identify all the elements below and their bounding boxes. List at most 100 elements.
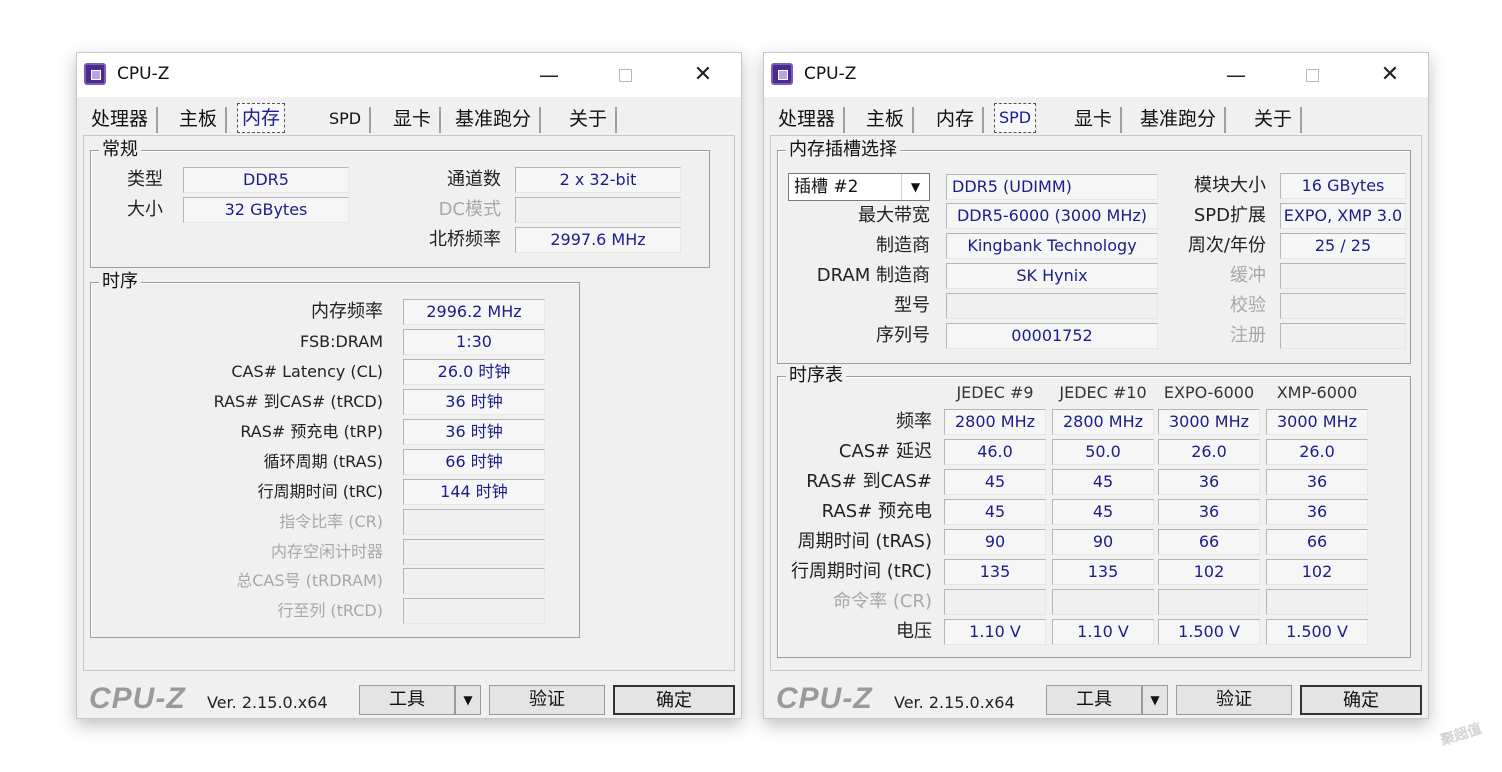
tab-spd[interactable]: SPD [994, 103, 1037, 133]
manufacturer-label: 制造商 [876, 235, 930, 256]
table-cell: 102 [1266, 559, 1368, 585]
tab-about[interactable]: 关于 [1250, 105, 1303, 133]
tab-memory[interactable]: 内存 [237, 103, 286, 133]
table-cell: 135 [1052, 559, 1154, 585]
column-header-jedec9: JEDEC #9 [956, 383, 1034, 402]
timing-row-value [403, 509, 545, 535]
close-button[interactable]: ✕ [683, 61, 723, 89]
table-cell: 3000 MHz [1158, 409, 1260, 435]
registered-value [1280, 323, 1406, 349]
timing-row-value: 36 时钟 [403, 389, 545, 415]
validate-button[interactable]: 验证 [1176, 685, 1292, 715]
bottom-bar: CPU-Z Ver. 2.15.0.x64 工具 ▼ 验证 确定 [764, 679, 1428, 719]
table-cell: 1.10 V [1052, 619, 1154, 645]
bottom-bar: CPU-Z Ver. 2.15.0.x64 工具 ▼ 验证 确定 [77, 679, 741, 719]
ok-button[interactable]: 确定 [1300, 685, 1422, 715]
tools-dropdown-button[interactable]: ▼ [1142, 685, 1168, 715]
slot-select[interactable]: 插槽 #2 ▼ [788, 173, 930, 201]
tab-spd[interactable]: SPD [325, 105, 372, 133]
table-cell: 36 [1158, 499, 1260, 525]
minimize-button[interactable]: — [529, 61, 569, 89]
timing-row-value [403, 598, 545, 624]
tab-bench[interactable]: 基准跑分 [451, 105, 542, 133]
table-cell [1158, 589, 1260, 615]
tab-graphics[interactable]: 显卡 [1070, 105, 1123, 133]
timing-row-label: 循环周期 (tRAS) [263, 452, 383, 471]
channels-label: 通道数 [447, 169, 501, 190]
table-row-label: CAS# 延迟 [838, 441, 932, 462]
table-cell: 3000 MHz [1266, 409, 1368, 435]
table-cell: 1.10 V [944, 619, 1046, 645]
timing-row-label: 内存空闲计时器 [270, 542, 383, 561]
timing-row-value: 36 时钟 [403, 419, 545, 445]
correction-label: 校验 [1230, 295, 1266, 316]
tab-panel: 常规 类型 DDR5 大小 32 GBytes 通道数 2 x 32-bit D… [83, 135, 735, 671]
table-cell: 45 [944, 469, 1046, 495]
tools-button[interactable]: 工具 [1046, 685, 1142, 715]
table-cell [1052, 589, 1154, 615]
size-label: 大小 [127, 199, 163, 220]
table-row-label: 行周期时间 (tRC) [790, 561, 932, 582]
timing-row-value: 2996.2 MHz [403, 299, 545, 325]
tab-graphics[interactable]: 显卡 [389, 105, 442, 133]
correction-value [1280, 293, 1406, 319]
serial-number-value: 00001752 [946, 323, 1158, 349]
minimize-button[interactable]: — [1216, 61, 1256, 89]
validate-button[interactable]: 验证 [489, 685, 605, 715]
maximize-button[interactable] [605, 61, 645, 89]
table-cell: 135 [944, 559, 1046, 585]
timing-row-value: 66 时钟 [403, 449, 545, 475]
column-header-jedec10: JEDEC #10 [1059, 383, 1147, 402]
timing-row-label: RAS# 预充电 (tRP) [240, 422, 383, 441]
cpuz-window-memory: CPU-Z — ✕ 处理器 主板 内存 SPD 显卡 基准跑分 关于 常规 类型… [76, 52, 742, 719]
serial-number-label: 序列号 [876, 325, 930, 346]
table-cell: 90 [944, 529, 1046, 555]
table-cell: 2800 MHz [944, 409, 1046, 435]
tab-mainboard[interactable]: 主板 [862, 105, 915, 133]
timing-row-label: CAS# Latency (CL) [231, 362, 383, 381]
table-cell: 1.500 V [1266, 619, 1368, 645]
timing-row-label: FSB:DRAM [300, 332, 383, 351]
ok-button[interactable]: 确定 [613, 685, 735, 715]
type-label: 类型 [127, 169, 163, 190]
dram-manufacturer-value: SK Hynix [946, 263, 1158, 289]
cpuz-brand-logo: CPU-Z [89, 682, 186, 715]
close-button[interactable]: ✕ [1370, 61, 1410, 89]
timings-table-label: 时序表 [786, 366, 846, 386]
table-cell: 45 [1052, 469, 1154, 495]
table-cell: 66 [1158, 529, 1260, 555]
tab-bench[interactable]: 基准跑分 [1136, 105, 1227, 133]
tab-about[interactable]: 关于 [565, 105, 618, 133]
version-label: Ver. 2.15.0.x64 [207, 693, 328, 712]
size-value: 32 GBytes [183, 197, 349, 223]
timings-table-group: 时序表 JEDEC #9 JEDEC #10 EXPO-6000 XMP-600… [777, 366, 1411, 658]
module-size-label: 模块大小 [1194, 175, 1266, 196]
manufacturer-value: Kingbank Technology [946, 233, 1158, 259]
table-row-label: RAS# 预充电 [821, 501, 932, 522]
cpuz-window-spd: CPU-Z — ✕ 处理器 主板 内存 SPD 显卡 基准跑分 关于 内存插槽选… [763, 52, 1429, 719]
dc-mode-label: DC模式 [438, 199, 501, 220]
table-cell: 36 [1266, 499, 1368, 525]
channels-value: 2 x 32-bit [515, 167, 681, 193]
maximize-button[interactable] [1292, 61, 1332, 89]
table-cell: 66 [1266, 529, 1368, 555]
tab-mainboard[interactable]: 主板 [175, 105, 228, 133]
general-group: 常规 类型 DDR5 大小 32 GBytes 通道数 2 x 32-bit D… [90, 140, 710, 268]
table-row-label: 周期时间 (tRAS) [797, 531, 932, 552]
table-cell: 46.0 [944, 439, 1046, 465]
timing-row-label: 行周期时间 (tRC) [257, 482, 383, 501]
tab-cpu[interactable]: 处理器 [87, 105, 159, 133]
tools-button[interactable]: 工具 [359, 685, 455, 715]
table-row-label: 频率 [896, 411, 932, 432]
timings-group-label: 时序 [99, 272, 141, 292]
tab-panel: 内存插槽选择 插槽 #2 ▼ DDR5 (UDIMM) 最大带宽 DDR5-60… [770, 135, 1422, 671]
title-bar: CPU-Z — ✕ [764, 53, 1428, 97]
week-year-value: 25 / 25 [1280, 233, 1406, 259]
table-row-label: RAS# 到CAS# [806, 471, 932, 492]
tab-cpu[interactable]: 处理器 [774, 105, 846, 133]
tools-dropdown-button[interactable]: ▼ [455, 685, 481, 715]
timing-row-value: 144 时钟 [403, 479, 545, 505]
spd-ext-label: SPD扩展 [1193, 205, 1266, 226]
tab-memory[interactable]: 内存 [932, 105, 985, 133]
timing-row-value [403, 568, 545, 594]
